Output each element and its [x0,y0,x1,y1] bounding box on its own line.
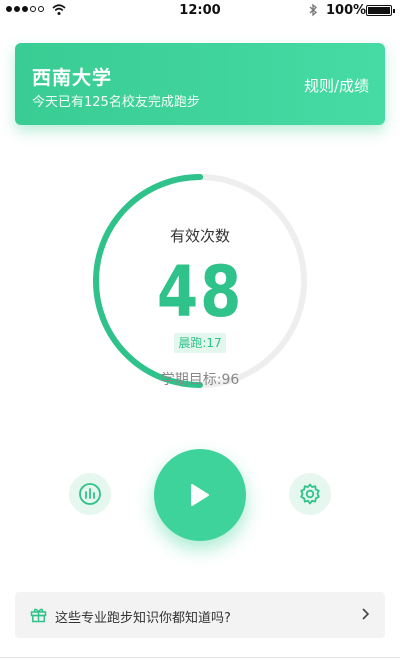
battery-percentage: 100% [326,3,367,18]
gift-icon [30,608,47,623]
running-tips-text: 这些专业跑步知识你都知道吗? [55,611,231,626]
bluetooth-icon [309,3,317,17]
morning-run-badge: 晨跑:17 [174,333,226,353]
rules-scores-link[interactable]: 规则/成绩 [304,75,369,96]
battery-icon [366,5,395,16]
university-name: 西南大学 [32,67,113,89]
running-tips-banner[interactable]: 这些专业跑步知识你都知道吗? [15,592,385,638]
play-icon [191,484,209,506]
gear-icon [300,483,320,505]
statistics-button[interactable] [69,473,111,515]
completion-subtitle: 今天已有125名校友完成跑步 [32,95,200,110]
valid-count-value: 48 [156,251,244,333]
progress-ring: 有效次数 48 晨跑:17 学期目标:96 [92,173,308,389]
valid-count-label: 有效次数 [169,227,230,245]
semester-goal: 学期目标:96 [160,372,240,388]
status-bar: 12:00 100% [0,0,400,22]
bottom-divider [0,657,400,658]
settings-button[interactable] [289,473,331,515]
bar-chart-icon [79,483,101,505]
chevron-right-icon [362,608,370,620]
university-header-card: 西南大学 今天已有125名校友完成跑步 规则/成绩 [15,43,385,125]
start-run-button[interactable] [154,449,246,541]
